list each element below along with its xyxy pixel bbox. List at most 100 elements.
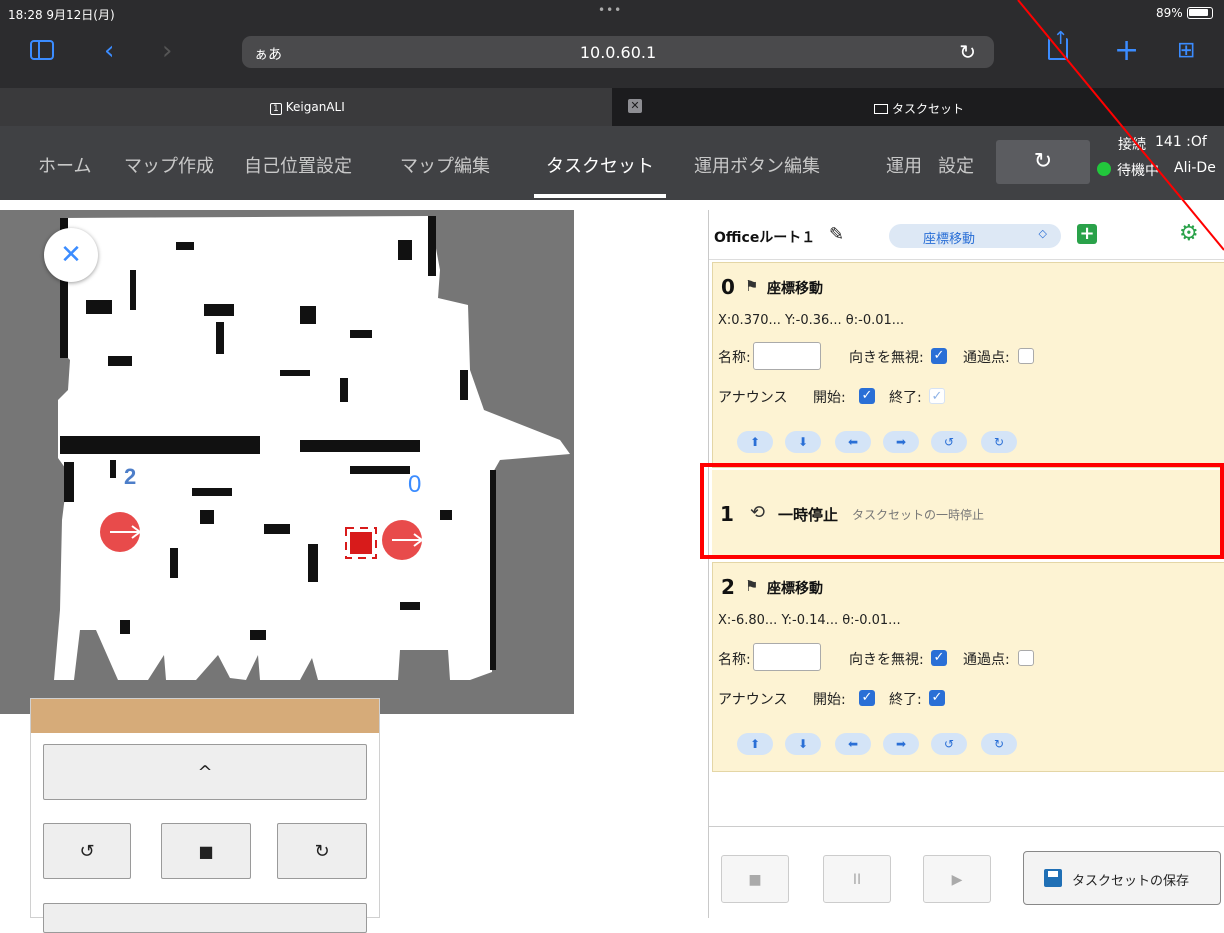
browser-tab-2[interactable]: タスクセット — [874, 100, 964, 117]
tab-close-icon[interactable]: ✕ — [628, 99, 642, 113]
gear-icon[interactable]: ⚙ — [1179, 221, 1199, 246]
tab-strip: 1 KeiganALI ✕ タスクセット — [0, 88, 1224, 126]
app-navbar: ホーム マップ作成 自己位置設定 マップ編集 タスクセット 運用ボタン編集 運用… — [0, 126, 1224, 200]
map-marker-0-label: 0 — [408, 471, 421, 498]
move-backward-button[interactable] — [43, 903, 367, 933]
task-type-select[interactable]: 座標移動 ◇ — [889, 224, 1061, 248]
add-task-button[interactable]: + — [1077, 224, 1097, 244]
announce-start-label: 開始: — [813, 390, 846, 406]
taskset-pause-button[interactable]: II — [823, 855, 891, 903]
pencil-icon[interactable]: ✎ — [829, 224, 844, 245]
task-control-bar: ■ II ▶ タスクセットの保存 — [709, 826, 1224, 918]
arrow-down-icon[interactable]: ⬇ — [785, 733, 821, 755]
taskset-stop-button[interactable]: ■ — [721, 855, 789, 903]
address-bar[interactable]: ぁあ 10.0.60.1 ↻ — [242, 36, 994, 68]
map-close-button[interactable]: ✕ — [44, 228, 98, 282]
forward-icon[interactable]: › — [162, 38, 172, 64]
nav-map-create[interactable]: マップ作成 — [124, 152, 214, 178]
status-bar: 18:28 9月12日(月) ••• 89% — [0, 0, 1224, 24]
rotate-ccw-icon[interactable]: ↺ — [931, 431, 967, 453]
task-card-2[interactable]: 2 ⚑ 座標移動 X:-6.80... Y:-0.14... θ:-0.01..… — [712, 562, 1224, 772]
waypoint-checkbox[interactable] — [1018, 650, 1034, 666]
arrow-left-icon[interactable]: ⬅ — [835, 431, 871, 453]
announce-end-checkbox[interactable]: ✓ — [929, 388, 945, 404]
sidebar-icon[interactable] — [30, 40, 54, 60]
task-number: 2 — [721, 575, 735, 599]
share-icon[interactable] — [1048, 26, 1068, 60]
chevron-updown-icon: ◇ — [1038, 227, 1047, 240]
floppy-disk-icon — [1044, 869, 1062, 887]
rotate-left-button[interactable]: ↺ — [43, 823, 131, 879]
map-marker-2-label: 2 — [124, 464, 136, 489]
announce-label: アナウンス — [718, 692, 788, 708]
name-label: 名称: — [718, 652, 751, 668]
task-number: 0 — [721, 275, 735, 299]
arrow-right-icon[interactable]: ➡ — [883, 733, 919, 755]
control-pad-header[interactable] — [31, 699, 379, 733]
nav-self-position[interactable]: 自己位置設定 — [244, 152, 352, 178]
rotate-right-button[interactable]: ↻ — [277, 823, 367, 879]
announce-end-label: 終了: — [889, 390, 922, 406]
rotate-ccw-icon[interactable]: ↺ — [931, 733, 967, 755]
announce-end-label: 終了: — [889, 692, 922, 708]
sync-icon: ↻ — [1033, 149, 1053, 174]
annotation-highlight-box — [700, 463, 1224, 559]
manual-control-pad: ^ ↺ ■ ↻ — [30, 698, 380, 933]
save-taskset-button[interactable]: タスクセットの保存 — [1023, 851, 1221, 905]
connection-count: 141 :Of — [1155, 134, 1207, 150]
multitask-dots[interactable]: ••• — [598, 3, 622, 17]
browser-tab-1[interactable]: 1 KeiganALI — [0, 88, 612, 126]
arrow-right-icon[interactable]: ➡ — [883, 431, 919, 453]
waypoint-checkbox[interactable] — [1018, 348, 1034, 364]
task-panel-header: Officeルート１ ✎ 座標移動 ◇ + ⚙ — [709, 210, 1224, 260]
waypoint-label: 通過点: — [963, 350, 1010, 366]
new-tab-icon[interactable]: + — [1114, 36, 1139, 66]
task-title: 座標移動 — [767, 281, 823, 297]
arrow-up-icon[interactable]: ⬆ — [737, 733, 773, 755]
arrow-down-icon[interactable]: ⬇ — [785, 431, 821, 453]
task-title: 座標移動 — [767, 581, 823, 597]
ignore-direction-checkbox[interactable]: ✓ — [931, 650, 947, 666]
reload-icon[interactable]: ↻ — [959, 40, 976, 64]
task-card-0[interactable]: 0 ⚑ 座標移動 X:0.370... Y:-0.36... θ:-0.01..… — [712, 262, 1224, 468]
sync-button[interactable]: ↻ — [996, 140, 1090, 184]
announce-end-checkbox[interactable]: ✓ — [929, 690, 945, 706]
url-text: 10.0.60.1 — [579, 43, 657, 62]
tab-favicon-icon — [874, 104, 888, 114]
nav-taskset[interactable]: タスクセット — [546, 152, 654, 178]
map-view[interactable]: 2 0 — [0, 210, 574, 714]
browser-chrome: 18:28 9月12日(月) ••• 89% ‹ › ぁあ 10.0.60.1 … — [0, 0, 1224, 88]
tab-2-title: タスクセット — [892, 102, 965, 116]
back-icon[interactable]: ‹ — [104, 38, 114, 64]
task-coords: X:0.370... Y:-0.36... θ:-0.01... — [718, 313, 905, 328]
waypoint-label: 通過点: — [963, 652, 1010, 668]
robot-position-icon — [350, 532, 372, 554]
battery-percent: 89% — [1156, 6, 1183, 20]
arrow-up-icon[interactable]: ⬆ — [737, 431, 773, 453]
announce-start-label: 開始: — [813, 692, 846, 708]
rotate-cw-icon[interactable]: ↻ — [981, 431, 1017, 453]
tab-overview-icon[interactable]: ⊞ — [1177, 38, 1195, 64]
taskset-play-button[interactable]: ▶ — [923, 855, 991, 903]
task-name-input[interactable] — [753, 342, 821, 370]
announce-start-checkbox[interactable]: ✓ — [859, 388, 875, 404]
arrow-left-icon[interactable]: ⬅ — [835, 733, 871, 755]
nav-map-edit[interactable]: マップ編集 — [400, 152, 490, 178]
move-forward-button[interactable]: ^ — [43, 744, 367, 800]
close-icon: ✕ — [60, 240, 82, 270]
connection-label: 接続 — [1118, 137, 1146, 153]
nav-operation[interactable]: 運用 — [886, 152, 922, 178]
task-name-input[interactable] — [753, 643, 821, 671]
announce-start-checkbox[interactable]: ✓ — [859, 690, 875, 706]
nav-settings[interactable]: 設定 — [938, 152, 974, 178]
tab-badge: 1 — [270, 103, 282, 115]
stop-button[interactable]: ■ — [161, 823, 251, 879]
nav-home[interactable]: ホーム — [38, 152, 91, 178]
rotate-cw-icon[interactable]: ↻ — [981, 733, 1017, 755]
tab-1-label: 1 KeiganALI — [270, 100, 345, 115]
tab-1-title: KeiganALI — [285, 100, 345, 114]
nav-button-edit[interactable]: 運用ボタン編集 — [694, 152, 820, 178]
ignore-direction-label: 向きを無視: — [849, 652, 924, 668]
ignore-direction-checkbox[interactable]: ✓ — [931, 348, 947, 364]
battery-icon — [1187, 7, 1213, 19]
